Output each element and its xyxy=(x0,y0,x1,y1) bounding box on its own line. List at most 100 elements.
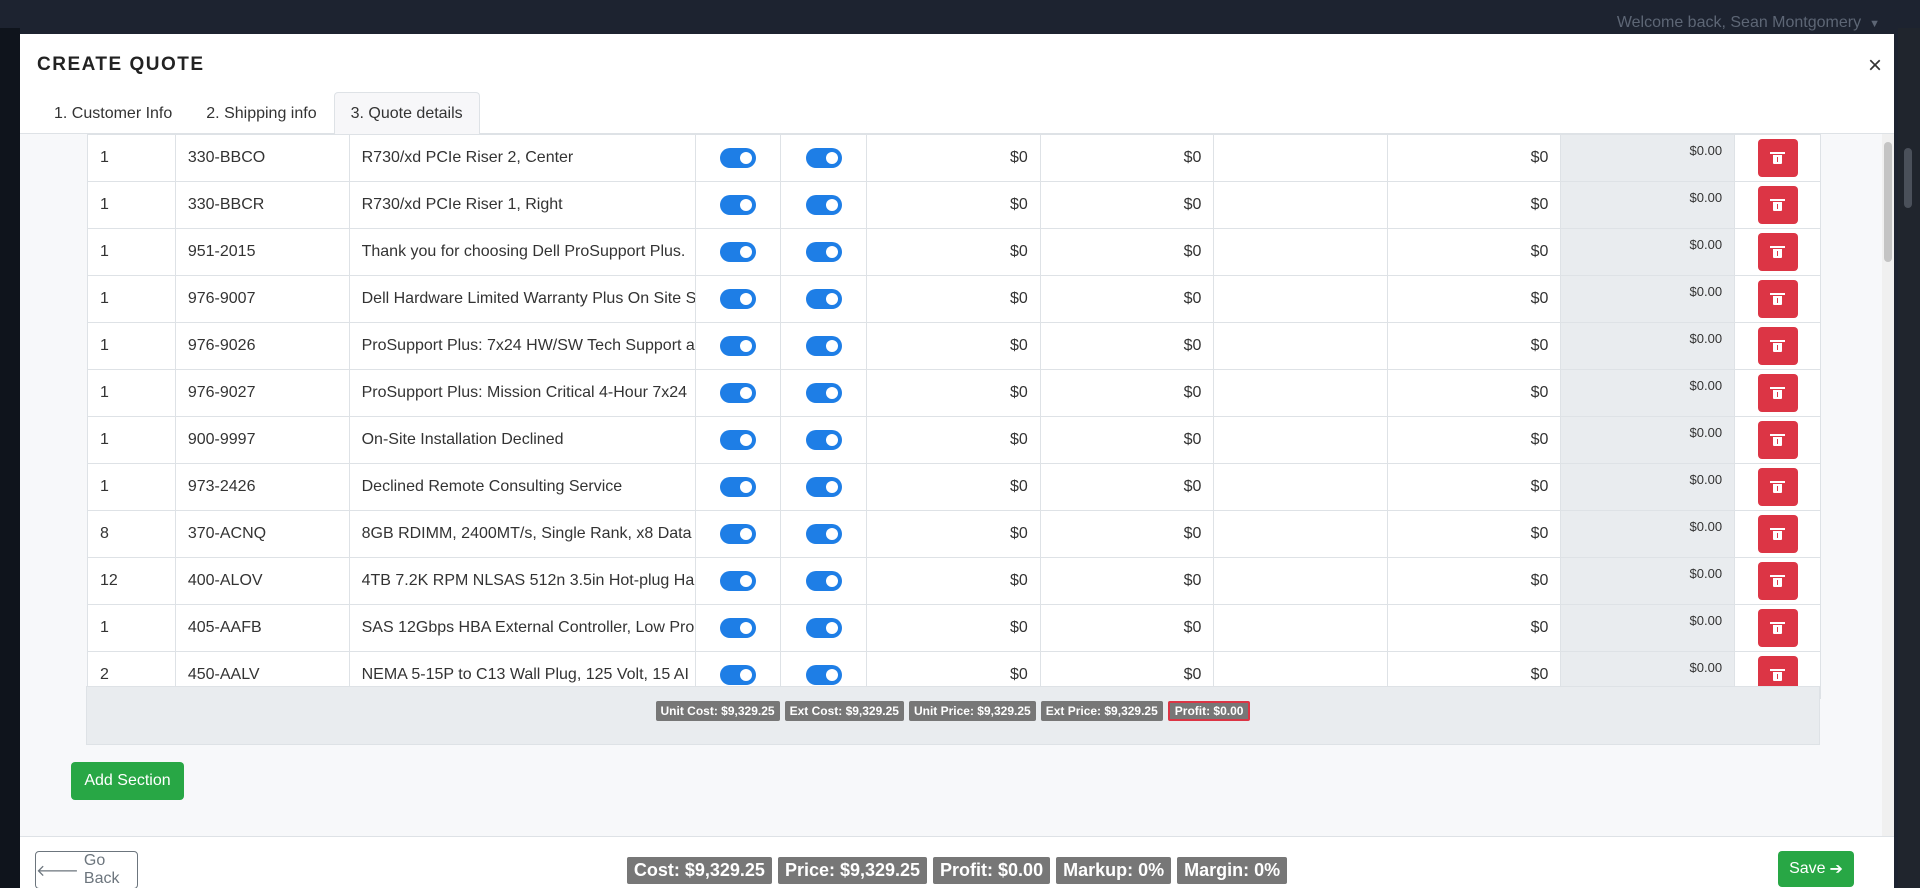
ext-cost-cell[interactable]: $0 xyxy=(1039,463,1215,511)
taxable-toggle[interactable] xyxy=(720,336,757,356)
unit-cost-cell[interactable]: $0 xyxy=(866,604,1041,652)
ext-cost-cell[interactable]: $0 xyxy=(1039,228,1215,276)
unit-price-cell[interactable] xyxy=(1213,181,1388,229)
delete-cell xyxy=(1734,463,1821,511)
add-section-button[interactable]: Add Section xyxy=(71,762,184,800)
taxable-toggle[interactable] xyxy=(720,524,757,544)
line-total-cell: $0.00 xyxy=(1560,369,1736,417)
unit-cost-cell[interactable]: $0 xyxy=(866,369,1041,417)
visible-toggle[interactable] xyxy=(805,383,842,403)
visible-toggle[interactable] xyxy=(805,289,842,309)
unit-price-cell[interactable] xyxy=(1213,275,1388,323)
delete-row-button[interactable] xyxy=(1757,609,1798,647)
ext-price-cell[interactable]: $0 xyxy=(1386,557,1562,605)
taxable-toggle[interactable] xyxy=(720,618,757,638)
ext-cost-cell[interactable]: $0 xyxy=(1039,604,1215,652)
ext-price-cell[interactable]: $0 xyxy=(1386,275,1562,323)
ext-cost-cell[interactable]: $0 xyxy=(1039,369,1215,417)
unit-cost-cell[interactable]: $0 xyxy=(866,228,1041,276)
ext-price-cell[interactable]: $0 xyxy=(1386,181,1562,229)
visible-toggle[interactable] xyxy=(805,618,842,638)
taxable-toggle[interactable] xyxy=(720,477,757,497)
taxable-toggle-cell xyxy=(694,369,782,417)
unit-price-cell[interactable] xyxy=(1213,510,1388,558)
sku-cell: 973-2426 xyxy=(174,463,350,511)
visible-toggle[interactable] xyxy=(805,477,842,497)
delete-row-button[interactable] xyxy=(1757,139,1798,177)
unit-cost-cell[interactable]: $0 xyxy=(866,416,1041,464)
taxable-toggle[interactable] xyxy=(720,383,757,403)
modal-scrollbar-thumb[interactable] xyxy=(1884,142,1892,262)
taxable-toggle[interactable] xyxy=(720,242,757,262)
ext-price-cell[interactable]: $0 xyxy=(1386,510,1562,558)
save-button[interactable]: Save ➔ xyxy=(1778,851,1854,887)
taxable-toggle[interactable] xyxy=(720,148,757,168)
ext-price-cell[interactable]: $0 xyxy=(1386,134,1562,182)
delete-cell xyxy=(1734,510,1821,558)
page-scrollbar[interactable] xyxy=(1898,28,1920,888)
unit-cost-cell[interactable]: $0 xyxy=(866,181,1041,229)
unit-price-cell[interactable] xyxy=(1213,322,1388,370)
delete-row-button[interactable] xyxy=(1757,468,1798,506)
unit-price-cell[interactable] xyxy=(1213,463,1388,511)
taxable-toggle[interactable] xyxy=(720,665,757,685)
delete-row-button[interactable] xyxy=(1757,280,1798,318)
delete-row-button[interactable] xyxy=(1757,233,1798,271)
unit-cost-cell[interactable]: $0 xyxy=(866,134,1041,182)
ext-price-cell[interactable]: $0 xyxy=(1386,604,1562,652)
unit-price-cell[interactable] xyxy=(1213,557,1388,605)
tab-customer-info[interactable]: 1. Customer Info xyxy=(37,92,189,134)
visible-toggle[interactable] xyxy=(805,430,842,450)
visible-toggle[interactable] xyxy=(805,665,842,685)
ext-cost-cell[interactable]: $0 xyxy=(1039,510,1215,558)
table-row: 1 976-9027 ProSupport Plus: Mission Critic… xyxy=(87,369,1821,417)
unit-price-cell[interactable] xyxy=(1213,228,1388,276)
taxable-toggle[interactable] xyxy=(720,571,757,591)
unit-cost-cell[interactable]: $0 xyxy=(866,557,1041,605)
ext-price-cell[interactable]: $0 xyxy=(1386,322,1562,370)
unit-cost-cell[interactable]: $0 xyxy=(866,510,1041,558)
unit-cost-cell[interactable]: $0 xyxy=(866,275,1041,323)
trash-icon xyxy=(1770,528,1786,540)
visible-toggle[interactable] xyxy=(805,571,842,591)
tab-shipping-info[interactable]: 2. Shipping info xyxy=(189,92,333,134)
delete-row-button[interactable] xyxy=(1757,186,1798,224)
welcome-menu[interactable]: Welcome back, Sean Montgomery ▼ xyxy=(1617,14,1880,32)
unit-price-cell[interactable] xyxy=(1213,416,1388,464)
ext-cost-cell[interactable]: $0 xyxy=(1039,275,1215,323)
ext-price-cell[interactable]: $0 xyxy=(1386,228,1562,276)
modal-scrollbar[interactable] xyxy=(1882,134,1894,836)
ext-price-cell[interactable]: $0 xyxy=(1386,369,1562,417)
unit-cost-cell[interactable]: $0 xyxy=(866,463,1041,511)
delete-cell xyxy=(1734,322,1821,370)
delete-row-button[interactable] xyxy=(1757,374,1798,412)
taxable-toggle[interactable] xyxy=(720,430,757,450)
sku-cell: 330-BBCR xyxy=(174,181,350,229)
page-scrollbar-thumb[interactable] xyxy=(1904,148,1912,208)
ext-cost-cell[interactable]: $0 xyxy=(1039,416,1215,464)
delete-row-button[interactable] xyxy=(1757,562,1798,600)
taxable-toggle[interactable] xyxy=(720,195,757,215)
ext-price-cell[interactable]: $0 xyxy=(1386,416,1562,464)
tab-quote-details[interactable]: 3. Quote details xyxy=(333,92,480,134)
visible-toggle[interactable] xyxy=(805,195,842,215)
delete-row-button[interactable] xyxy=(1757,421,1798,459)
ext-price-cell[interactable]: $0 xyxy=(1386,463,1562,511)
unit-cost-cell[interactable]: $0 xyxy=(866,322,1041,370)
ext-cost-cell[interactable]: $0 xyxy=(1039,134,1215,182)
delete-row-button[interactable] xyxy=(1757,515,1798,553)
visible-toggle[interactable] xyxy=(805,242,842,262)
visible-toggle[interactable] xyxy=(805,148,842,168)
ext-cost-cell[interactable]: $0 xyxy=(1039,322,1215,370)
visible-toggle[interactable] xyxy=(805,524,842,544)
ext-price-badge: Ext Price: $9,329.25 xyxy=(1040,701,1163,721)
delete-row-button[interactable] xyxy=(1757,327,1798,365)
close-icon[interactable]: × xyxy=(1868,54,1882,78)
visible-toggle[interactable] xyxy=(805,336,842,356)
unit-price-cell[interactable] xyxy=(1213,604,1388,652)
ext-cost-cell[interactable]: $0 xyxy=(1039,181,1215,229)
unit-price-cell[interactable] xyxy=(1213,369,1388,417)
unit-price-cell[interactable] xyxy=(1213,134,1388,182)
ext-cost-cell[interactable]: $0 xyxy=(1039,557,1215,605)
taxable-toggle[interactable] xyxy=(720,289,757,309)
